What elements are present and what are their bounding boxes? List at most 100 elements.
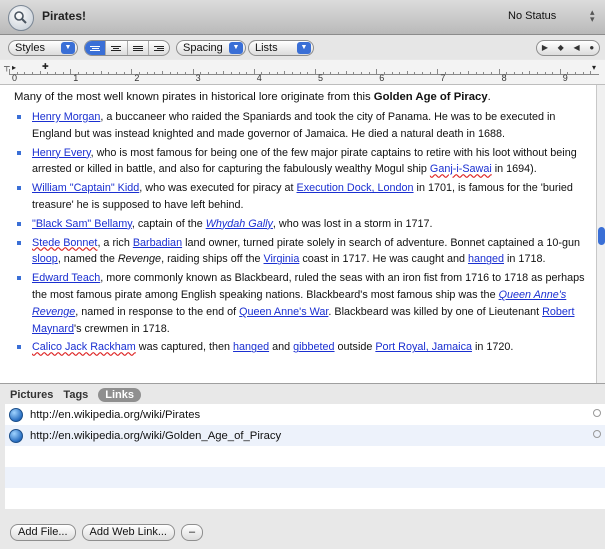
ruler-tick — [192, 69, 194, 75]
list-text: land owner, turned pirate solely in sear… — [182, 236, 581, 249]
right-margin-marker-icon[interactable]: ▾ — [592, 63, 596, 72]
link-calico-jack-rackham[interactable]: Calico Jack Rackham — [32, 341, 136, 353]
first-line-marker-icon[interactable]: ▸ — [12, 63, 16, 72]
tab-stop-icon[interactable]: ✚ — [42, 62, 49, 71]
search-icon[interactable] — [593, 430, 601, 438]
ruler-tick — [54, 72, 56, 74]
link-william-kidd[interactable]: William "Captain" Kidd — [32, 182, 139, 194]
list-text: outside — [334, 341, 376, 354]
ruler-number: 4 — [256, 73, 262, 83]
align-justify-button[interactable] — [128, 41, 149, 55]
link-gibbeted[interactable]: gibbeted — [293, 341, 334, 353]
link-hanged[interactable]: hanged — [468, 253, 504, 265]
diamond-icon[interactable]: ◆ — [558, 41, 564, 55]
link-sloop[interactable]: sloop — [32, 253, 58, 265]
ruler-tick — [521, 72, 523, 74]
next-icon[interactable]: ▶ — [542, 41, 548, 55]
link-whydah-gally[interactable]: Whydah Gally — [206, 218, 273, 230]
ruler-tick — [529, 71, 531, 75]
search-icon[interactable] — [593, 409, 601, 417]
document-scrollbar[interactable] — [596, 85, 605, 383]
previous-icon[interactable]: ◀ — [573, 41, 579, 55]
links-list: http://en.wikipedia.org/wiki/Pirates htt… — [5, 404, 605, 509]
intro-bold-text: Golden Age of Piracy — [373, 91, 488, 103]
status-popup[interactable]: No Status — [508, 10, 556, 22]
styles-label: Styles — [15, 42, 45, 54]
ruler-tick — [460, 72, 462, 74]
link-barbadian[interactable]: Barbadian — [133, 237, 182, 249]
ruler-tick — [429, 72, 431, 74]
list-text: 's crewmen in 1718. — [74, 322, 170, 335]
tab-tags[interactable]: Tags — [63, 389, 88, 401]
document-editor[interactable]: Many of the most well known pirates in h… — [0, 85, 596, 383]
link-hanged[interactable]: hanged — [233, 341, 269, 353]
link-ganj-i-sawai[interactable]: Ganj-i-Sawai — [430, 163, 492, 175]
styles-popup[interactable]: Styles ▼ — [8, 40, 78, 56]
alignment-control[interactable] — [84, 40, 170, 56]
link-edward-teach[interactable]: Edward Teach — [32, 272, 100, 284]
ruler-tick — [9, 69, 10, 75]
ruler-tick — [582, 72, 584, 74]
ruler-tick — [108, 72, 110, 74]
tab-pictures[interactable]: Pictures — [10, 389, 53, 401]
add-web-link-button[interactable]: Add Web Link... — [81, 524, 175, 541]
list-text: in 1718. — [504, 253, 546, 266]
list-item[interactable]: http://en.wikipedia.org/wiki/Pirates — [5, 404, 605, 425]
ruler-tick — [223, 71, 225, 75]
intro-paragraph: Many of the most well known pirates in h… — [14, 89, 594, 105]
add-file-button[interactable]: Add File... — [10, 524, 76, 541]
list-text: was captured, then — [135, 341, 234, 354]
list-text: , raiding ships off the — [161, 253, 264, 266]
remove-button[interactable]: – — [180, 524, 204, 541]
ruler-tick — [437, 69, 439, 75]
link-port-royal-jamaica[interactable]: Port Royal, Jamaica — [375, 341, 472, 353]
empty-row — [5, 446, 605, 467]
navigation-control[interactable]: ▶ ◆ ◀ ● — [536, 40, 600, 56]
ruler-tick — [131, 69, 133, 75]
attachments-panel: Pictures Tags Links http://en.wikipedia.… — [0, 383, 605, 549]
tab-links[interactable]: Links — [98, 388, 142, 402]
ruler-tick — [269, 72, 271, 74]
ruler-tick — [452, 72, 454, 74]
ruler-tick — [330, 72, 332, 74]
list-text: in 1694). — [491, 163, 537, 176]
list-text: , named in response to the end of — [75, 305, 240, 318]
spacing-popup[interactable]: Spacing ▼ — [176, 40, 246, 56]
ruler-tick — [276, 72, 278, 74]
spacing-label: Spacing — [183, 42, 223, 54]
link-url: http://en.wikipedia.org/wiki/Pirates — [30, 408, 201, 421]
link-queen-annes-war[interactable]: Queen Anne's War — [239, 306, 328, 318]
link-henry-every[interactable]: Henry Every — [32, 147, 91, 159]
ruler-tick — [552, 72, 554, 74]
align-left-button[interactable] — [85, 41, 107, 55]
list-text: , a rich — [97, 236, 133, 249]
ruler-tick — [376, 69, 378, 75]
ruler-tick — [337, 72, 339, 74]
lists-popup[interactable]: Lists ▼ — [248, 40, 314, 56]
lists-label: Lists — [255, 42, 278, 54]
ruler[interactable]: ┬ ▸ ✚ ▾ 0123456789 — [0, 60, 605, 85]
align-right-button[interactable] — [149, 41, 169, 55]
link-virginia[interactable]: Virginia — [264, 253, 300, 265]
pirate-list: Henry Morgan, a buccaneer who raided the… — [14, 109, 594, 358]
intro-text: Many of the most well known pirates in h… — [14, 91, 374, 103]
scroll-thumb[interactable] — [598, 227, 605, 245]
link-stede-bonnet[interactable]: Stede Bonnet — [32, 237, 97, 249]
list-item[interactable]: http://en.wikipedia.org/wiki/Golden_Age_… — [5, 425, 605, 446]
ruler-tick — [169, 72, 171, 74]
align-center-button[interactable] — [106, 41, 128, 55]
link-execution-dock[interactable]: Execution Dock, London — [297, 182, 414, 194]
globe-icon — [9, 428, 23, 443]
link-henry-morgan[interactable]: Henry Morgan — [32, 111, 100, 123]
empty-row — [5, 488, 605, 509]
ruler-tick — [590, 71, 592, 75]
globe-icon — [9, 407, 23, 422]
ruler-tick — [230, 72, 232, 74]
status-arrows-icon[interactable]: ▴ ▾ — [590, 8, 595, 24]
link-black-sam-bellamy[interactable]: "Black Sam" Bellamy — [32, 218, 132, 230]
ruler-tick — [422, 72, 424, 74]
ruler-number: 3 — [195, 73, 201, 83]
ruler-tick — [238, 72, 240, 74]
record-icon[interactable]: ● — [589, 41, 594, 55]
list-text: in 1720. — [471, 341, 514, 354]
